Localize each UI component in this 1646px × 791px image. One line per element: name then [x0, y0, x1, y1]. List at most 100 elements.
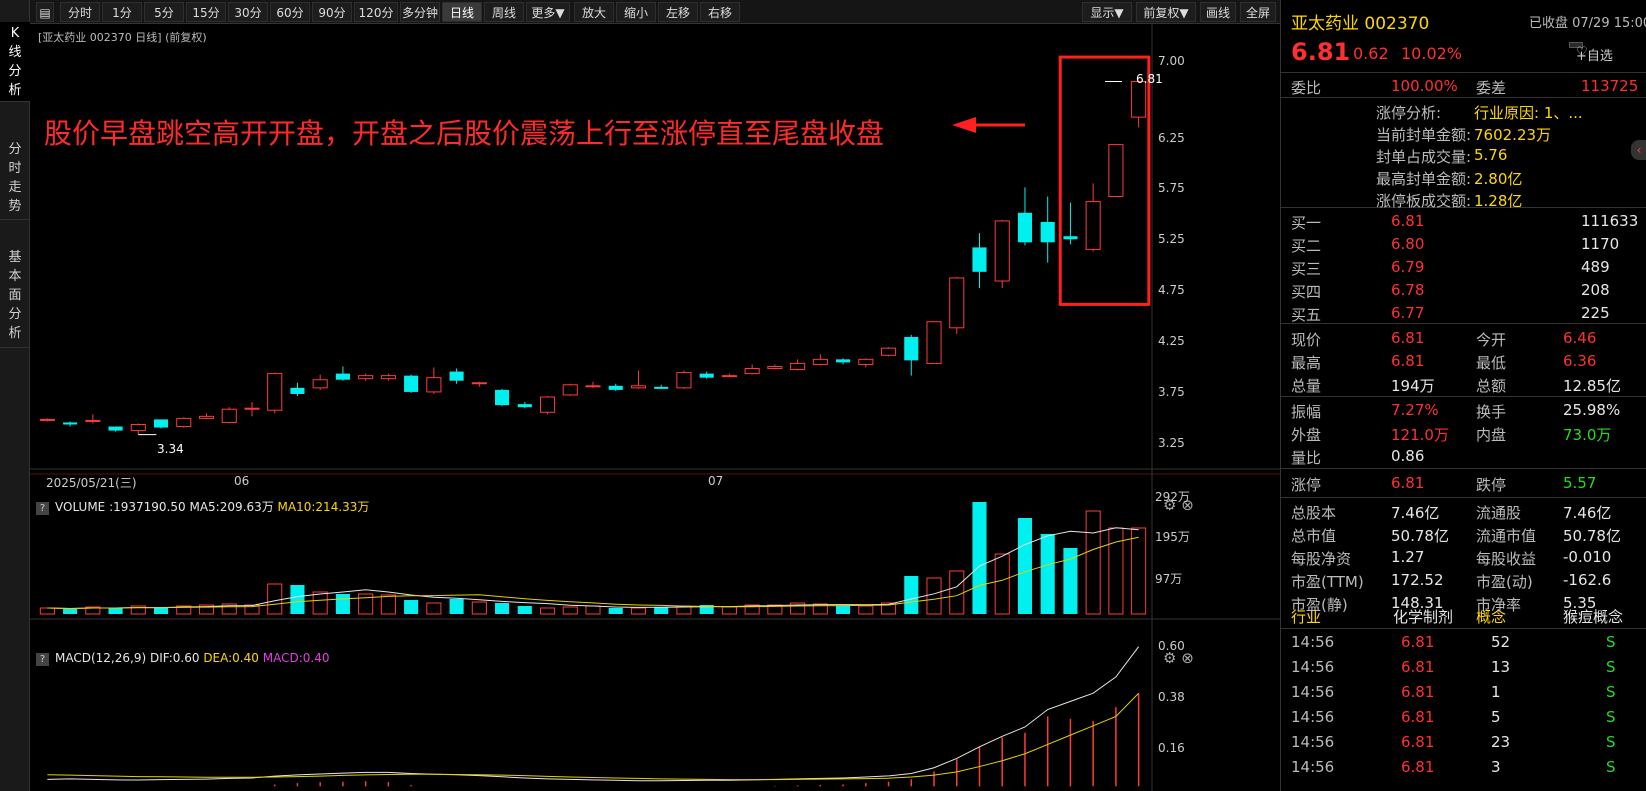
price-tick: 5.75 — [1158, 181, 1185, 196]
bid-row: 买二 6.80 1170 — [1281, 233, 1646, 257]
toolbar-btn-move-right[interactable]: 右移 — [700, 2, 740, 22]
toolbar-btn-1min[interactable]: 1分 — [102, 2, 142, 22]
toolbar-btn-fullscreen[interactable]: 全屏 — [1240, 2, 1276, 22]
stat-value: 50.78亿 — [1391, 527, 1449, 545]
annotation-text: 股价早盘跳空高开开盘，开盘之后股价震荡上行至涨停直至尾盘收盘 — [44, 117, 885, 150]
chart-type-menu-icon[interactable]: ▤ — [36, 2, 54, 22]
tick-price: 6.81 — [1401, 658, 1435, 676]
stat-label: 换手 — [1476, 403, 1507, 421]
candle — [380, 375, 396, 380]
toolbar-btn-90min[interactable]: 90分 — [312, 2, 352, 22]
candle — [1108, 144, 1124, 198]
tick-price: 6.81 — [1401, 633, 1435, 651]
bid-volume: 225 — [1581, 304, 1610, 322]
add-watchlist-button[interactable]: ♡ +自选 — [1569, 42, 1613, 64]
candle — [153, 419, 169, 428]
divider — [1281, 497, 1646, 498]
candle — [994, 220, 1010, 282]
stat-label: 市盈(静) — [1291, 596, 1348, 614]
stat-value: 50.78亿 — [1563, 527, 1621, 545]
stat-label: 总量 — [1291, 377, 1322, 395]
price-tick: 5.25 — [1158, 232, 1185, 247]
stat-value: 25.98% — [1563, 401, 1621, 419]
limit-value: 行业原因: 1、... — [1474, 104, 1583, 122]
toolbar-btn-fenshi[interactable]: 分时 — [60, 2, 100, 22]
volume-bar — [471, 601, 487, 615]
bid-price: 6.80 — [1391, 235, 1425, 253]
stat-label: 流通股 — [1476, 504, 1522, 522]
date-label-jul: 07 — [708, 474, 724, 488]
toolbar-btn-draw[interactable]: 画线 — [1200, 2, 1236, 22]
market-status: 已收盘 07/29 15:00 — [1529, 16, 1646, 31]
min-price-label: 3.34 — [157, 442, 184, 456]
limit-value: 1.28亿 — [1474, 192, 1523, 210]
help-icon[interactable]: ? — [36, 502, 49, 515]
candle — [744, 368, 760, 375]
bid-volume: 208 — [1581, 281, 1610, 299]
candle — [812, 358, 828, 365]
volume-tick: 195万 — [1155, 530, 1190, 544]
toolbar-btn-weekly[interactable]: 周线 — [484, 2, 524, 22]
toolbar-btn-zoom-out[interactable]: 缩小 — [616, 2, 656, 22]
candle — [426, 377, 442, 393]
bid-price: 6.77 — [1391, 304, 1425, 322]
candle — [335, 373, 350, 380]
stat-value: 194万 — [1391, 377, 1435, 395]
stat-row: 总市值 50.78亿 流通市值 50.78亿 — [1281, 523, 1646, 547]
macd-dif-line — [47, 646, 1140, 782]
stat-row: 总股本 7.46亿 流通股 7.46亿 — [1281, 500, 1646, 524]
stat-label: 市盈(动) — [1476, 573, 1533, 591]
tick-side: S — [1606, 683, 1616, 701]
stat-value: 73.0万 — [1563, 426, 1612, 444]
help-icon[interactable]: ? — [36, 653, 49, 666]
limit-analysis-row: 最高封单金额: 2.80亿 — [1281, 166, 1646, 190]
toolbar-btn-move-left[interactable]: 左移 — [658, 2, 698, 22]
stat-row: 涨停 6.81 跌停 5.57 — [1281, 472, 1646, 496]
candle — [449, 371, 464, 381]
limit-analysis-row: 当前封单金额: 7602.23万 — [1281, 122, 1646, 146]
tick-volume: 5 — [1491, 708, 1501, 726]
stat-row: 每股净资 1.27 每股收益 -0.010 — [1281, 546, 1646, 570]
macd-legend: ? MACD(12,26,9) DIF:0.60 DEA:0.40 MACD:0.… — [36, 651, 329, 666]
max-price-label: 6.81 — [1136, 72, 1163, 86]
tab-kline-analysis[interactable]: K线分析 — [0, 22, 30, 102]
toolbar-btn-5min[interactable]: 5分 — [144, 2, 184, 22]
volume-bar — [608, 608, 623, 614]
tick-side: S — [1606, 758, 1616, 776]
tick-row: 14:56 6.81 23 S — [1281, 731, 1646, 755]
toolbar-btn-120min[interactable]: 120分 — [354, 2, 398, 22]
toolbar-btn-15min[interactable]: 15分 — [186, 2, 226, 22]
tab-intraday-trend[interactable]: 分时走势 — [0, 140, 30, 220]
toolbar-btn-more[interactable]: 更多▼ — [526, 2, 570, 22]
view-tab-strip: K线分析 分时走势 基本面分析 — [0, 0, 30, 791]
toolbar-btn-60min[interactable]: 60分 — [270, 2, 310, 22]
candle — [608, 385, 623, 390]
stat-value: 148.31 — [1391, 594, 1444, 612]
stat-row: 振幅 7.27% 换手 25.98% — [1281, 399, 1646, 423]
stat-label: 流通市值 — [1476, 527, 1537, 545]
candle — [1040, 221, 1055, 243]
bid-volume: 1170 — [1581, 235, 1620, 253]
price-tick: 3.25 — [1158, 435, 1185, 450]
toolbar-btn-multi-min[interactable]: 多分钟 — [400, 2, 440, 22]
toolbar-btn-daily[interactable]: 日线 — [442, 2, 482, 22]
bid-volume: 111633 — [1581, 212, 1639, 230]
divider — [1281, 468, 1646, 469]
volume-bar — [39, 607, 55, 615]
tab-fundamental-analysis[interactable]: 基本面分析 — [0, 248, 30, 348]
toolbar-btn-30min[interactable]: 30分 — [228, 2, 268, 22]
macd-value: MACD:0.40 — [262, 651, 330, 665]
toolbar-btn-display[interactable]: 显示▼ — [1082, 2, 1132, 22]
candle — [1085, 201, 1101, 250]
candle — [630, 385, 647, 389]
stat-label: 外盘 — [1291, 426, 1322, 444]
toolbar-btn-zoom-in[interactable]: 放大 — [574, 2, 614, 22]
toolbar-btn-adjust[interactable]: 前复权▼ — [1136, 2, 1196, 22]
watch-label: +自选 — [1576, 49, 1613, 64]
candle — [767, 365, 783, 370]
bid-row: 买四 6.78 208 — [1281, 279, 1646, 303]
limit-analysis-row: 涨停分析: 行业原因: 1、... — [1281, 100, 1646, 124]
volume-bar — [972, 502, 987, 614]
tick-volume: 13 — [1491, 658, 1511, 676]
divider — [1281, 628, 1646, 629]
